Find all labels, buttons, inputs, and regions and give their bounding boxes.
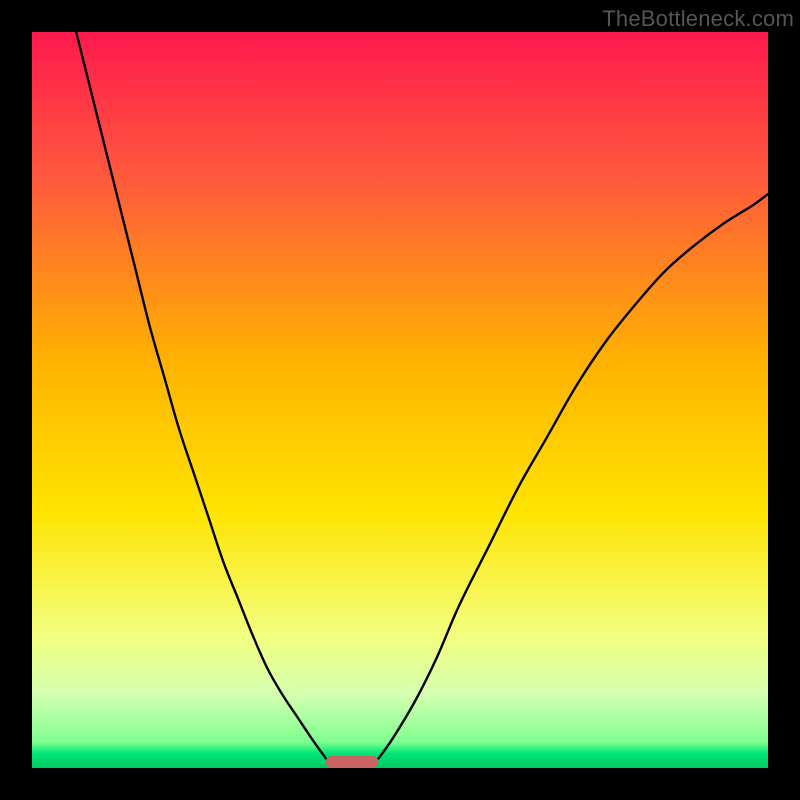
chart-frame: TheBottleneck.com bbox=[0, 0, 800, 800]
curve-layer bbox=[32, 32, 768, 768]
watermark-text: TheBottleneck.com bbox=[602, 6, 794, 32]
optimal-zone-marker bbox=[326, 756, 378, 768]
curve-right-branch bbox=[378, 194, 768, 759]
plot-area bbox=[32, 32, 768, 768]
curve-left-branch bbox=[76, 32, 326, 759]
